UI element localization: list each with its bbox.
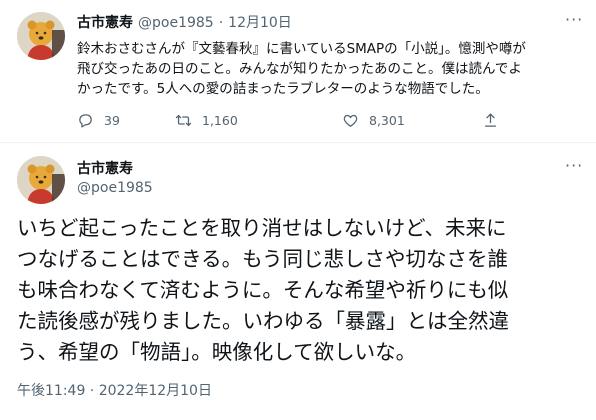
avatar-image [17,156,65,204]
tweet-timestamp[interactable]: 午後11:49 · 2022年12月10日 [17,380,212,400]
tweet-divider [0,142,596,143]
retweet-button[interactable]: 1,160 [175,112,238,129]
avatar[interactable] [17,156,65,204]
tweet-1-header: 古市憲寿 @poe1985 · 12月10日 [77,12,292,32]
ellipsis-icon: ··· [565,10,584,29]
author-name[interactable]: 古市憲寿 [77,12,133,32]
like-button[interactable]: 8,301 [342,112,405,129]
more-options-button[interactable]: ··· [565,156,583,175]
author-name[interactable]: 古市憲寿 [77,158,153,178]
heart-icon [343,114,358,127]
author-handle[interactable]: @poe1985 [138,15,214,31]
retweet-count: 1,160 [202,113,238,128]
tweet-1-text: 鈴木おさむさんが『文藝春秋』に書いているSMAPの「小説」。憶測や噂が 飛び交っ… [77,41,526,97]
share-button[interactable] [482,112,499,129]
reply-count: 39 [104,113,120,128]
share-icon [484,113,497,127]
header-separator: · [218,15,224,31]
like-count: 8,301 [369,113,405,128]
avatar-image [17,12,65,60]
tweet-date[interactable]: 12月10日 [228,12,292,32]
tweet-2-header: 古市憲寿 @poe1985 [77,158,153,196]
tweet-2-text: いちど起こったことを取り消せはしないけど、未来に つなげることはできる。もう同じ… [17,216,509,364]
retweet-icon [175,114,192,127]
tweet-actions: 39 1,160 8,301 [77,112,517,132]
more-options-button[interactable]: ··· [565,10,583,29]
ellipsis-icon: ··· [565,156,584,175]
author-handle[interactable]: @poe1985 [77,180,153,196]
reply-button[interactable]: 39 [77,112,120,129]
avatar[interactable] [17,12,65,60]
reply-icon [79,114,92,128]
